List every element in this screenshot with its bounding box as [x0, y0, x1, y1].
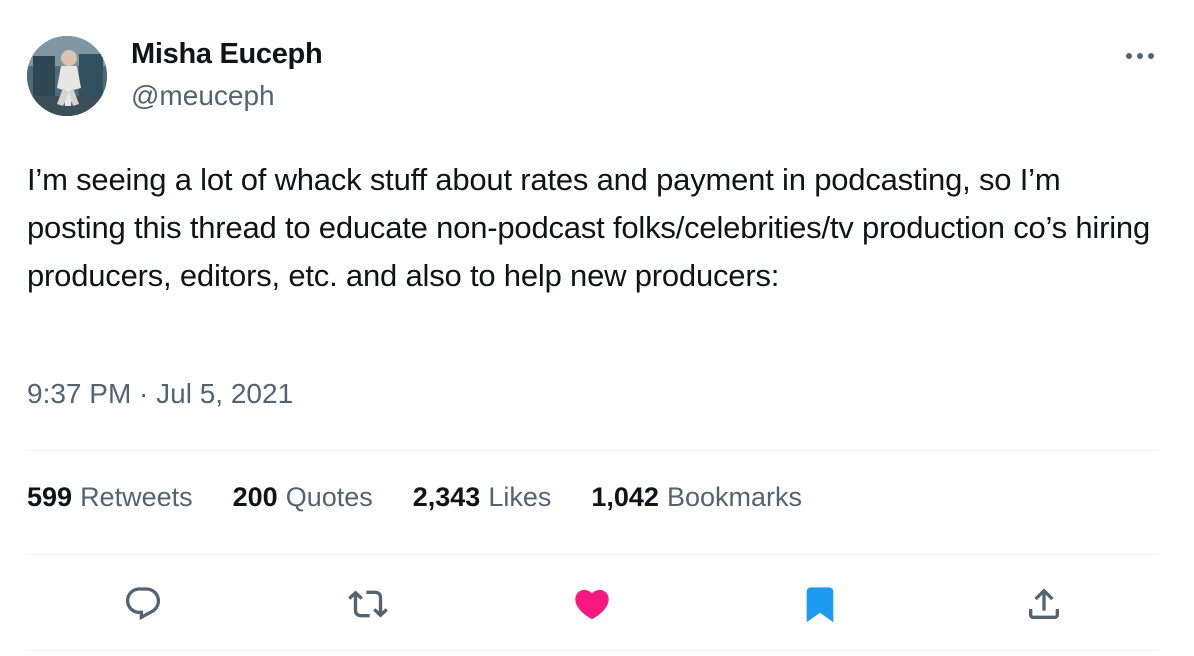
retweets-label: Retweets: [80, 482, 193, 512]
author-display-name[interactable]: Misha Euceph: [131, 38, 323, 71]
reply-icon: [125, 587, 161, 621]
bookmarks-stat[interactable]: 1,042 Bookmarks: [591, 482, 802, 513]
divider: [27, 650, 1159, 651]
avatar[interactable]: [27, 36, 107, 116]
retweets-count: 599: [27, 482, 73, 512]
bookmarks-label: Bookmarks: [666, 482, 802, 512]
retweet-icon: [348, 590, 388, 618]
bookmark-button[interactable]: [796, 580, 844, 628]
divider: [27, 554, 1159, 555]
heart-icon: [575, 589, 609, 620]
tweet-card: Misha Euceph @meuceph I’m seeing a lot o…: [0, 0, 1194, 656]
author-handle[interactable]: @meuceph: [131, 80, 275, 112]
quotes-count: 200: [232, 482, 278, 512]
likes-label: Likes: [488, 482, 552, 512]
likes-count: 2,343: [412, 482, 481, 512]
bookmark-icon: [806, 587, 834, 623]
quotes-label: Quotes: [285, 482, 373, 512]
share-icon: [1029, 588, 1059, 619]
retweets-stat[interactable]: 599 Retweets: [27, 482, 193, 513]
action-bar: [0, 580, 1194, 628]
bookmarks-count: 1,042: [591, 482, 659, 512]
reply-button[interactable]: [119, 580, 167, 628]
divider: [27, 450, 1159, 451]
tweet-text: I’m seeing a lot of whack stuff about ra…: [27, 162, 1151, 293]
more-icon: [1126, 53, 1154, 59]
like-button[interactable]: [568, 580, 616, 628]
likes-stat[interactable]: 2,343 Likes: [413, 482, 552, 513]
tweet-stats: 599 Retweets 200 Quotes 2,343 Likes 1,042 Bo…: [27, 482, 842, 513]
avatar-photo: [27, 36, 107, 116]
retweet-button[interactable]: [344, 580, 392, 628]
more-options-button[interactable]: [1118, 40, 1162, 72]
share-button[interactable]: [1020, 580, 1068, 628]
quotes-stat[interactable]: 200 Quotes: [233, 482, 373, 513]
tweet-timestamp[interactable]: 9:37 PM · Jul 5, 2021: [27, 378, 293, 410]
